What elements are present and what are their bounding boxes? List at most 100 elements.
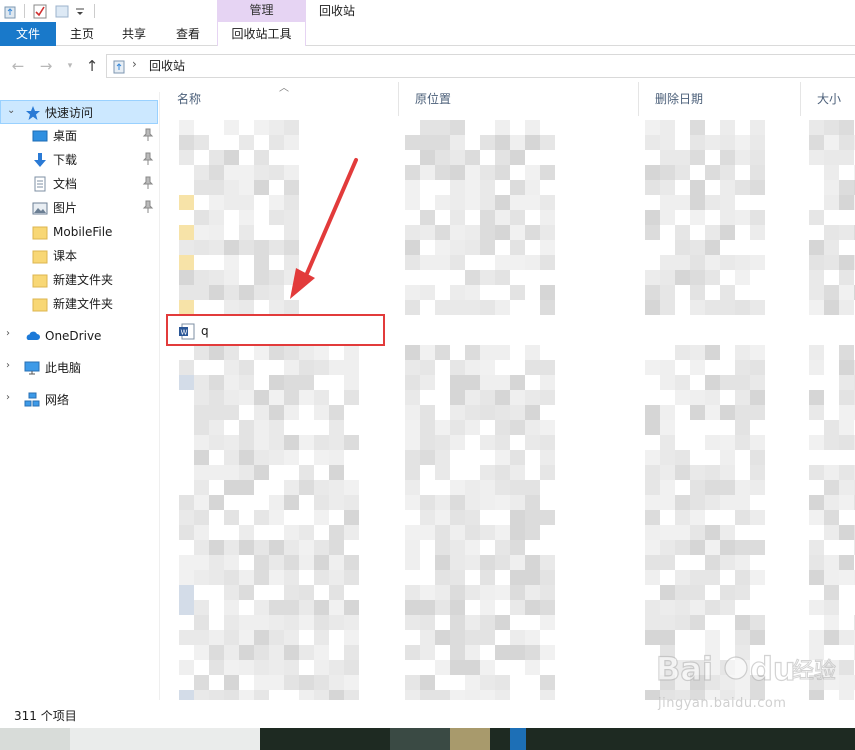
obscured-cell [645,225,660,240]
obscured-cell [269,375,284,390]
obscured-cell [314,615,329,630]
obscured-cell [179,285,194,300]
obscured-cell [510,225,525,240]
obscured-cell [495,480,510,495]
obscured-cell [480,225,495,240]
new-folder-icon[interactable] [54,3,70,19]
obscured-cell [465,525,480,540]
obscured-cell [809,390,824,405]
obscured-cell [194,240,209,255]
nav-item-textbook[interactable]: 课本 [0,244,158,268]
obscured-cell [284,615,299,630]
pin-icon[interactable] [142,176,154,190]
obscured-cell [809,495,824,510]
pin-icon[interactable] [142,200,154,214]
obscured-cell [254,180,269,195]
obscured-cell [465,585,480,600]
nav-item-desktop[interactable]: 桌面 [0,124,158,148]
obscured-cell [720,135,735,150]
obscured-cell [344,570,359,585]
obscured-cell [194,540,209,555]
obscured-cell [344,630,359,645]
obscured-cell [405,225,420,240]
obscured-cell [690,615,705,630]
forward-arrow-icon[interactable]: → [36,56,56,76]
tab-home[interactable]: 主页 [58,22,106,46]
nav-onedrive[interactable]: › OneDrive [0,324,158,348]
obscured-cell [645,465,660,480]
column-header-name[interactable]: 名称 [161,82,399,116]
obscured-cell [690,405,705,420]
breadcrumb[interactable]: 回收站 [149,58,185,74]
obscured-cell [735,300,750,315]
obscured-cell [510,570,525,585]
obscured-cell [839,360,854,375]
file-row-q[interactable]: W q [179,320,379,342]
obscured-cell [735,345,750,360]
obscured-cell [735,615,750,630]
obscured-cell [254,510,269,525]
nav-item-new-folder-2[interactable]: 新建文件夹 [0,292,158,316]
obscured-cell [660,450,675,465]
obscured-cell [675,345,690,360]
tab-recycle-bin-tools[interactable]: 回收站工具 [217,22,306,46]
customize-toolbar-chevron-icon[interactable] [74,3,86,19]
tab-file[interactable]: 文件 [0,22,56,46]
nav-item-new-folder[interactable]: 新建文件夹 [0,268,158,292]
back-arrow-icon[interactable]: ← [8,56,28,76]
obscured-cell [284,525,299,540]
obscured-cell [435,540,450,555]
obscured-cell [329,675,344,690]
properties-icon[interactable] [32,3,48,19]
nav-this-pc[interactable]: › 此电脑 [0,356,158,380]
obscured-cell [720,195,735,210]
obscured-cell [435,225,450,240]
obscured-cell [660,270,675,285]
address-bar[interactable]: › 回收站 [106,54,855,78]
nav-item-documents[interactable]: 文档 [0,172,158,196]
obscured-cell [839,495,854,510]
obscured-cell [269,570,284,585]
column-header-size[interactable]: 大小 [801,82,855,116]
nav-item-label: 此电脑 [45,361,82,375]
collapse-chevron-icon[interactable]: ⌄ [7,105,17,116]
expand-chevron-icon[interactable]: › [6,360,16,371]
nav-item-label: 桌面 [53,129,78,143]
obscured-cell [269,120,284,135]
nav-network[interactable]: › 网络 [0,388,158,412]
recent-locations-chevron-icon[interactable]: ▾ [60,56,80,76]
taskbar-segment [450,728,490,750]
nav-item-pictures[interactable]: 图片 [0,196,158,220]
column-header-date-deleted[interactable]: 删除日期 [639,82,801,116]
obscured-cell [540,645,555,660]
obscured-cell [465,675,480,690]
obscured-cell [510,255,525,270]
obscured-cell [465,645,480,660]
tab-share[interactable]: 共享 [110,22,158,46]
nav-item-mobilefile[interactable]: MobileFile [0,220,158,244]
obscured-cell [179,630,194,645]
obscured-cell [645,480,660,495]
obscured-cell [254,540,269,555]
obscured-cell [705,525,720,540]
obscured-cell [465,300,480,315]
breadcrumb-separator-icon[interactable]: › [132,57,137,71]
up-arrow-icon[interactable]: ↑ [82,56,102,76]
expand-chevron-icon[interactable]: › [6,392,16,403]
obscured-cell [660,120,675,135]
column-header-original-location[interactable]: 原位置 [399,82,639,116]
obscured-cell [525,360,540,375]
obscured-cell [239,240,254,255]
obscured-cell [194,405,209,420]
nav-item-downloads[interactable]: 下载 [0,148,158,172]
obscured-cell [450,585,465,600]
nav-quick-access[interactable]: ⌄ 快速访问 [0,100,158,124]
pin-icon[interactable] [142,152,154,166]
recycle-bin-small-icon[interactable] [2,3,18,19]
pin-icon[interactable] [142,128,154,142]
tab-view[interactable]: 查看 [163,22,213,46]
expand-chevron-icon[interactable]: › [6,328,16,339]
obscured-cell [465,360,480,375]
obscured-cell [284,300,299,315]
obscured-cell [239,615,254,630]
